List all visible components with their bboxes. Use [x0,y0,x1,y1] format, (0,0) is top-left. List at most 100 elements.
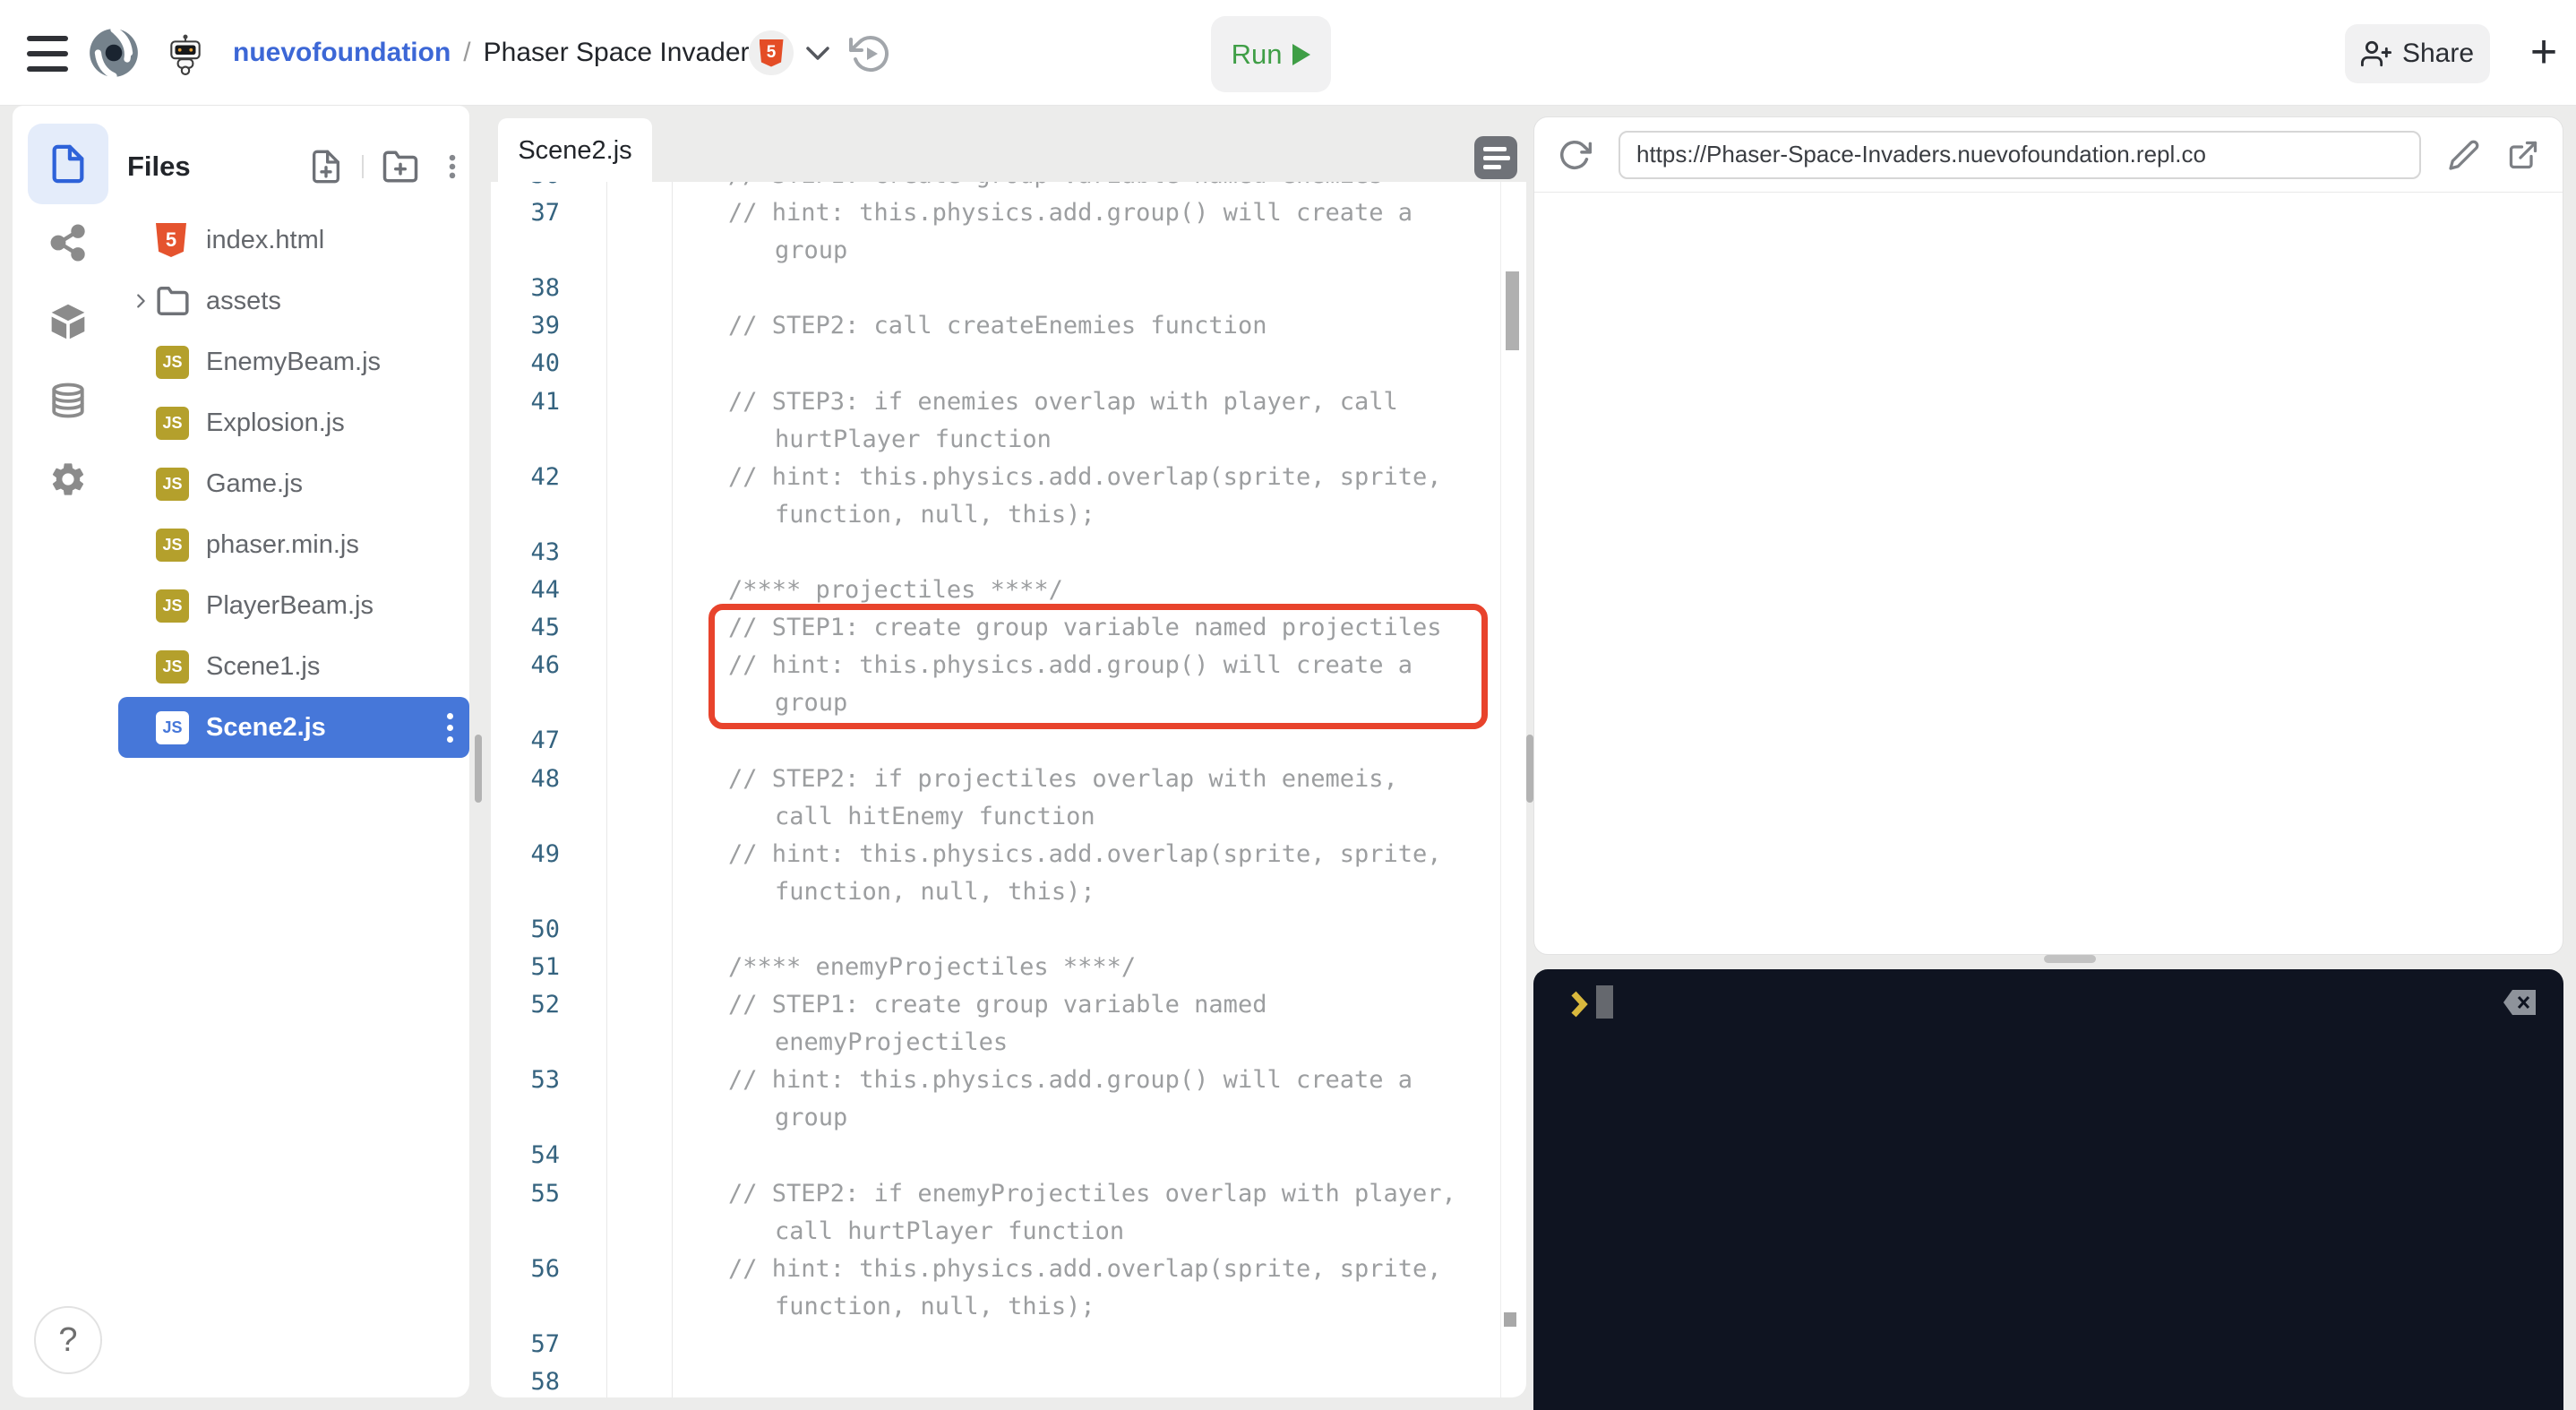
code-text: hurtPlayer function [775,425,1052,453]
sidebar-item-database[interactable] [28,360,108,441]
code-lines: 36 // STEP1: create group variable named… [491,182,1526,1397]
prompt-chevron-icon [1571,991,1588,1018]
line-number: 49 [530,839,560,868]
backspace-clear-icon[interactable] [2501,987,2538,1018]
file-list: 5 index.html assets JS EnemyBeam.js JS E… [118,210,469,758]
line-number [491,798,606,836]
line-number: 57 [530,1329,560,1358]
code-line: 36 // STEP1: create group variable named… [491,182,1526,194]
line-number: 52 [530,991,560,1019]
line-number: 41 [530,387,560,416]
code-text: // STEP3: if enemies overlap with player… [728,387,1398,416]
line-number: 46 [530,651,560,680]
line-number: 51 [530,952,560,981]
js-file-icon: JS [156,528,189,562]
files-panel-title: Files [127,150,191,182]
console-terminal[interactable] [1533,969,2563,1410]
fold-gutter [606,722,672,760]
preview-console-drag-handle[interactable] [2044,955,2096,963]
file-row-PlayerBeam.js[interactable]: JS PlayerBeam.js [118,575,469,636]
line-number: 40 [530,349,560,378]
code-text: // STEP1: create group variable named pr… [728,614,1442,642]
tab-label: Scene2.js [518,135,632,165]
editor-options-icon[interactable] [1474,136,1517,179]
new-tab-plus-button[interactable]: + [2519,20,2569,84]
file-row-Scene2.js[interactable]: JS Scene2.js [118,697,469,758]
user-avatar-robot[interactable] [167,34,204,75]
share-button-label: Share [2401,39,2475,68]
fold-gutter [606,1251,672,1288]
js-file-icon: JS [156,467,189,501]
code-line: 52 // STEP1: create group variable named [491,986,1526,1024]
file-row-index.html[interactable]: 5 index.html [118,210,469,271]
code-editor[interactable]: 36 // STEP1: create group variable named… [491,182,1526,1397]
file-kebab-menu-icon[interactable] [447,712,453,743]
code-line: 53 // hint: this.physics.add.group() wil… [491,1062,1526,1099]
fold-gutter [606,1137,672,1174]
preview-header [1534,117,2563,193]
history-icon[interactable] [849,32,892,75]
code-line: 50 [491,911,1526,949]
line-number: 38 [530,274,560,303]
line-number [491,1288,606,1326]
chevron-down-icon[interactable] [804,45,831,63]
html-file-icon: 5 [156,223,186,257]
add-folder-icon[interactable] [382,148,419,185]
js-file-icon: JS [156,649,189,684]
file-row-assets[interactable]: assets [118,271,469,331]
file-icon [52,144,84,184]
gutter-divider [606,182,607,1397]
team-logo[interactable] [86,25,142,81]
fold-gutter [606,270,672,307]
file-row-phaser.min.js[interactable]: JS phaser.min.js [118,514,469,575]
code-text: // hint: this.physics.add.overlap(sprite… [728,839,1442,868]
sidebar-item-files[interactable] [28,124,108,204]
code-text: // hint: this.physics.add.group() will c… [728,199,1413,228]
top-bar: nuevofoundation / Phaser Space Invaders … [0,0,2576,106]
code-text: // hint: this.physics.add.group() will c… [728,1066,1413,1095]
js-file-icon: JS [156,710,189,744]
code-text: /**** projectiles ****/ [728,576,1063,605]
share-button[interactable]: Share [2345,24,2490,83]
code-text: // hint: this.physics.add.group() will c… [728,651,1413,680]
edit-pencil-icon[interactable] [2448,139,2480,171]
code-text: function, null, this); [775,877,1095,906]
add-file-icon[interactable] [308,149,344,185]
files-editor-resize-handle[interactable] [475,735,482,803]
files-kebab-menu-icon[interactable] [437,150,468,184]
play-icon [1292,43,1311,65]
code-text: function, null, this); [775,1292,1095,1320]
file-name: Scene2.js [206,712,326,742]
code-line: enemyProjectiles [491,1024,1526,1062]
line-number: 48 [530,764,560,793]
editor-scrollbar-thumb[interactable] [1506,271,1519,350]
breadcrumb-team-link[interactable]: nuevofoundation [233,38,451,68]
file-row-Scene1.js[interactable]: JS Scene1.js [118,636,469,697]
file-row-Explosion.js[interactable]: JS Explosion.js [118,392,469,453]
code-line: 55 // STEP2: if enemyProjectiles overlap… [491,1175,1526,1213]
code-line: 43 [491,534,1526,572]
sidebar-item-settings[interactable] [28,439,108,520]
run-button[interactable]: Run [1211,16,1331,92]
fold-gutter [606,345,672,383]
refresh-icon[interactable] [1558,138,1592,172]
line-number: 53 [530,1066,560,1095]
sidebar-item-version-control[interactable] [28,202,108,283]
file-row-Game.js[interactable]: JS Game.js [118,453,469,514]
editor-scrollbar-track [1500,182,1501,1397]
open-in-new-tab-icon[interactable] [2507,139,2539,171]
editor-scrollbar-thumb-secondary[interactable] [1504,1312,1516,1327]
js-file-icon: JS [156,345,189,379]
fold-gutter [606,798,672,836]
line-number [491,496,606,534]
preview-url-input[interactable] [1619,130,2421,179]
hamburger-menu-icon[interactable] [27,36,68,72]
sidebar-item-packages[interactable] [28,281,108,362]
help-button[interactable]: ? [34,1306,102,1374]
file-row-EnemyBeam.js[interactable]: JS EnemyBeam.js [118,331,469,392]
code-text: enemyProjectiles [775,1028,1009,1057]
tab-scene2-js[interactable]: Scene2.js [498,118,652,183]
chevron-right-icon[interactable] [131,291,150,311]
editor-preview-resize-handle[interactable] [1526,735,1533,803]
